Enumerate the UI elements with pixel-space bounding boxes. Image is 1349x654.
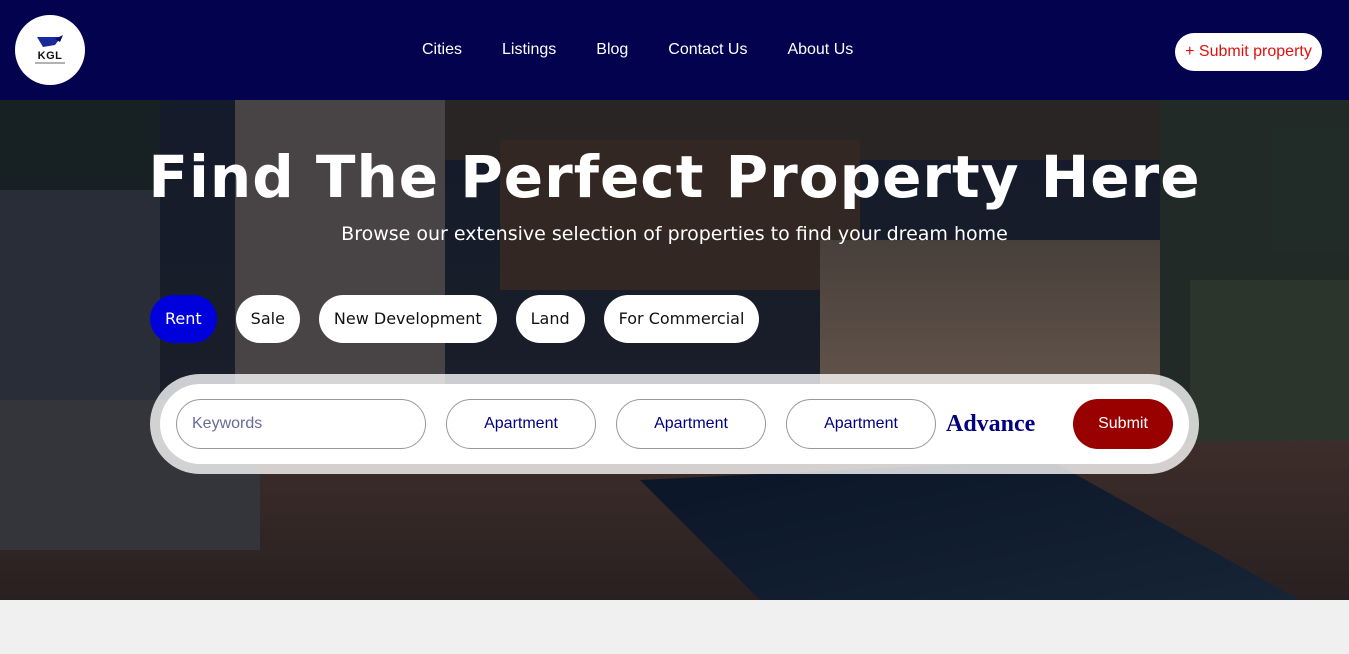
tab-for-commercial[interactable]: For Commercial: [603, 295, 760, 343]
tab-new-development[interactable]: New Development: [318, 295, 497, 343]
tab-sale[interactable]: Sale: [235, 295, 300, 343]
property-type-tabs: Rent Sale New Development Land For Comme…: [150, 295, 778, 343]
nav-link-blog[interactable]: Blog: [596, 41, 628, 59]
tab-rent[interactable]: Rent: [150, 295, 217, 343]
nav-link-listings[interactable]: Listings: [502, 41, 556, 59]
submit-property-button[interactable]: + Submit property: [1175, 33, 1322, 71]
submit-button[interactable]: Submit: [1073, 399, 1173, 449]
hero-section: Find The Perfect Property Here Browse ou…: [0, 100, 1349, 600]
nav-link-cities[interactable]: Cities: [422, 41, 462, 59]
hero-title: Find The Perfect Property Here: [148, 143, 1201, 211]
property-type-select-2[interactable]: Apartment: [616, 399, 766, 449]
tab-land[interactable]: Land: [515, 295, 585, 343]
search-bar: Apartment Apartment Apartment Advance Su…: [150, 374, 1199, 474]
logo-text: KGL: [37, 50, 63, 62]
nav-link-contact-us[interactable]: Contact Us: [668, 41, 747, 59]
hero-subtitle: Browse our extensive selection of proper…: [341, 223, 1008, 245]
keywords-input[interactable]: [176, 399, 426, 449]
top-navbar: KGL Cities Listings Blog Contact Us Abou…: [0, 0, 1349, 100]
main-nav: Cities Listings Blog Contact Us About Us: [402, 0, 873, 100]
site-logo[interactable]: KGL: [15, 15, 85, 85]
property-type-select-3[interactable]: Apartment: [786, 399, 936, 449]
search-form: Apartment Apartment Apartment Advance Su…: [160, 384, 1189, 464]
nav-link-about-us[interactable]: About Us: [787, 41, 853, 59]
advance-search-link[interactable]: Advance: [946, 399, 1056, 449]
property-type-select-1[interactable]: Apartment: [446, 399, 596, 449]
